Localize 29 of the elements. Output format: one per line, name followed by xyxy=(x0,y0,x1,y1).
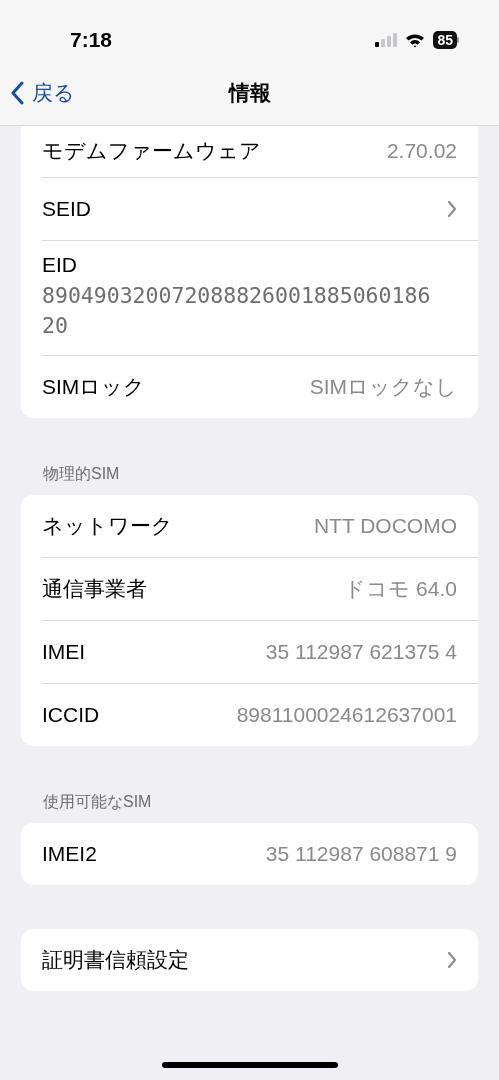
row-value: 89049032007208882600188506018620 xyxy=(42,282,431,341)
row-label: SEID xyxy=(42,197,91,221)
row-value: 35 112987 608871 9 xyxy=(265,842,457,867)
section-header: 使用可能なSIM xyxy=(42,792,153,813)
row-value: ドコモ 64.0 xyxy=(344,576,457,603)
chevron-icon[interactable] xyxy=(447,951,457,970)
back-button[interactable]: 戻る xyxy=(10,78,75,107)
row-label: 通信事業者 xyxy=(42,576,147,603)
row-value: NTT DOCOMO xyxy=(313,514,457,539)
battery-level: 85 xyxy=(433,31,457,49)
row-label: ネットワーク xyxy=(42,513,173,540)
row-label: EID xyxy=(42,253,77,277)
chevron-icon[interactable] xyxy=(447,200,457,218)
signal-icon xyxy=(375,33,398,47)
row-label: IMEI xyxy=(42,640,86,665)
section-header: 物理的SIM xyxy=(42,464,121,485)
nav-title: 情報 xyxy=(228,79,271,106)
row-value: 35 112987 621375 4 xyxy=(265,640,457,665)
row-label: IMEI2 xyxy=(42,842,97,867)
row-value: 8981100024612637001 xyxy=(236,703,457,728)
wifi-icon xyxy=(405,32,426,48)
row-label: SIMロック xyxy=(42,374,146,401)
row-label: モデムファームウェア xyxy=(42,137,261,164)
row-value: SIMロックなし xyxy=(309,374,457,401)
row-value: 2.70.02 xyxy=(386,138,457,163)
back-chevron-icon xyxy=(10,80,24,105)
row-label: 証明書信頼設定 xyxy=(42,947,189,974)
row-label: ICCID xyxy=(42,703,100,728)
status-time: 7:18 xyxy=(70,28,113,52)
